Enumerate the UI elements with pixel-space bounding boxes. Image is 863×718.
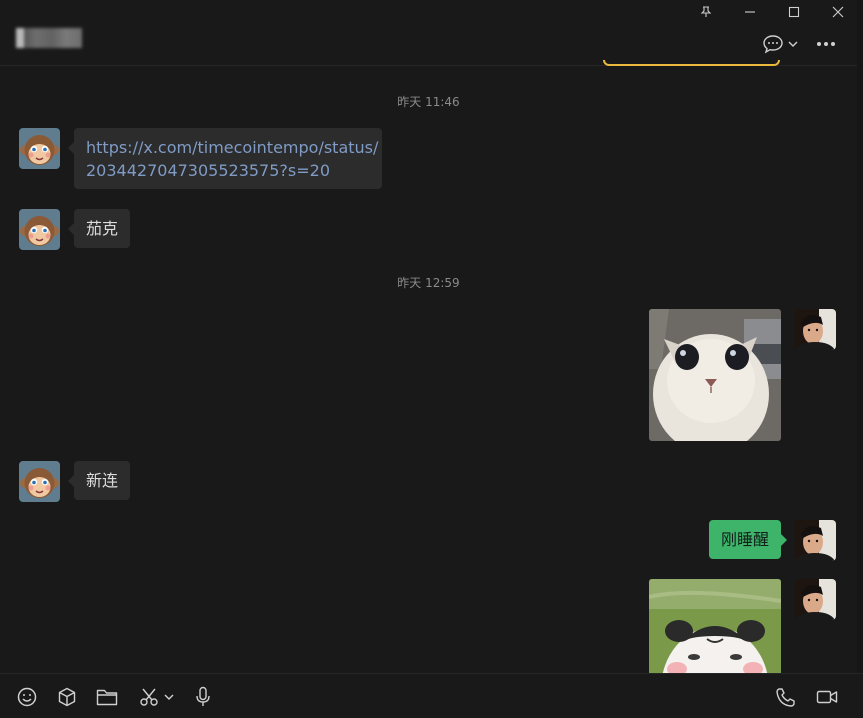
phone-icon <box>776 688 795 707</box>
chat-bubble-icon <box>763 35 783 54</box>
close-button[interactable] <box>816 0 860 24</box>
input-toolbar <box>0 673 863 718</box>
contact-avatar[interactable] <box>19 461 60 502</box>
message-list[interactable]: 昨天 11:46 https://x.com/timecointempo/sta… <box>0 67 863 673</box>
image-message-panda[interactable] <box>649 579 781 673</box>
folder-icon <box>96 689 118 706</box>
pin-window-button[interactable] <box>684 0 728 24</box>
close-icon <box>832 6 844 18</box>
profile-photo-icon <box>795 309 836 350</box>
monkey-avatar-icon <box>19 209 60 250</box>
voice-call-button[interactable] <box>774 686 796 708</box>
microphone-icon <box>196 686 210 706</box>
chevron-down-icon <box>164 694 173 700</box>
timestamp: 昨天 12:59 <box>397 276 460 290</box>
title-bar <box>0 0 863 66</box>
message-bubble-text-sent[interactable]: 刚睡醒 <box>708 520 788 559</box>
panda-meme-photo <box>649 579 781 673</box>
message-bubble-text[interactable]: 茄克 <box>67 209 131 248</box>
video-icon <box>816 690 838 704</box>
profile-photo-icon <box>795 520 836 561</box>
monkey-avatar-icon <box>19 461 60 502</box>
my-avatar[interactable] <box>795 520 836 561</box>
sticker-button[interactable] <box>56 686 78 708</box>
sticker-box-icon <box>58 687 76 707</box>
profile-photo-icon <box>795 579 836 620</box>
more-dots-icon <box>817 42 835 46</box>
pin-icon <box>700 6 712 17</box>
chat-info-button[interactable] <box>758 33 802 55</box>
image-message-kitten[interactable] <box>649 309 781 441</box>
message-bubble-text[interactable]: 新连 <box>67 461 131 500</box>
timestamp: 昨天 11:46 <box>397 95 460 109</box>
window-edge <box>857 0 863 718</box>
my-avatar[interactable] <box>795 579 836 620</box>
kitten-photo <box>649 309 781 441</box>
link-text-line-1[interactable]: https://x.com/timecointempo/status/ <box>86 138 378 157</box>
chevron-down-icon <box>788 41 798 47</box>
message-bubble-link[interactable]: https://x.com/timecointempo/status/ 2034… <box>68 128 382 189</box>
link-text-line-2[interactable]: 2034427047305523575?s=20 <box>86 161 330 180</box>
contact-avatar[interactable] <box>19 128 60 169</box>
minimize-button[interactable] <box>728 0 772 24</box>
minimize-icon <box>745 11 755 13</box>
video-call-button[interactable] <box>815 686 839 708</box>
chat-title-blurred <box>16 28 82 48</box>
maximize-button[interactable] <box>772 0 816 24</box>
emoji-icon <box>17 687 37 707</box>
maximize-icon <box>788 6 800 18</box>
screenshot-button[interactable] <box>136 686 176 708</box>
contact-avatar[interactable] <box>19 209 60 250</box>
more-options-button[interactable] <box>814 33 838 55</box>
my-avatar[interactable] <box>795 309 836 350</box>
scissors-icon <box>139 688 158 706</box>
emoji-button[interactable] <box>16 686 38 708</box>
monkey-avatar-icon <box>19 128 60 169</box>
previous-message-edge <box>603 60 780 66</box>
file-button[interactable] <box>96 686 118 708</box>
voice-button[interactable] <box>192 686 214 708</box>
